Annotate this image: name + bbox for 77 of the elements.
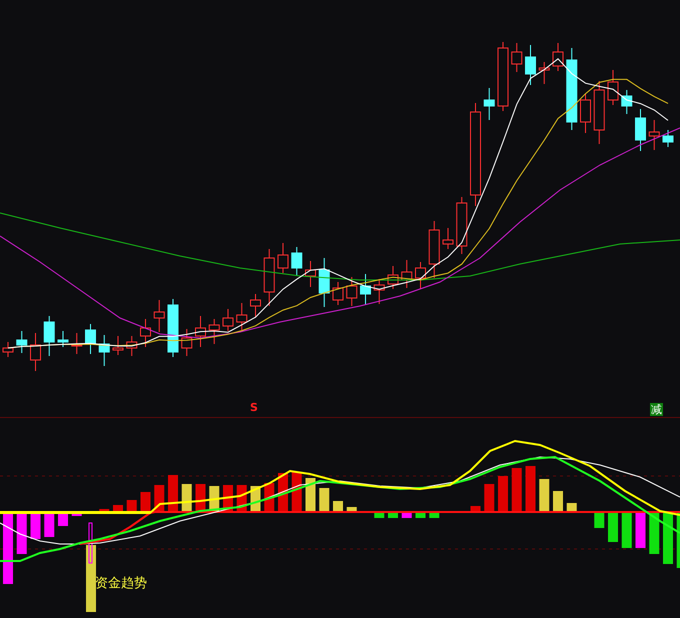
histogram-bar	[636, 512, 646, 548]
candlestick	[58, 330, 68, 348]
candlestick	[140, 318, 151, 348]
candlestick	[85, 324, 96, 354]
candlestick	[168, 298, 178, 358]
indicator-label: 资金趋势	[95, 577, 147, 590]
candlestick	[332, 282, 344, 306]
candlestick	[484, 88, 495, 120]
candlestick	[236, 302, 248, 330]
candlestick	[498, 42, 508, 112]
histogram-bar	[539, 479, 550, 512]
candlestick	[181, 328, 192, 356]
candlestick	[44, 316, 55, 356]
histogram-bar	[594, 512, 604, 528]
candlestick	[126, 336, 138, 356]
histogram-bar	[333, 501, 343, 512]
candlestick	[648, 120, 660, 150]
candlestick	[291, 246, 302, 276]
histogram-bar	[319, 488, 330, 512]
histogram-bar	[498, 476, 508, 512]
candlestick	[222, 308, 234, 332]
candlestick	[374, 278, 385, 304]
candlestick	[442, 228, 454, 250]
histogram-bar	[553, 491, 563, 512]
histogram-bar	[622, 512, 632, 548]
candlestick	[415, 262, 426, 290]
candlestick	[594, 80, 605, 144]
candlestick	[208, 318, 220, 344]
candlestick	[154, 300, 165, 332]
candlestick	[538, 62, 550, 84]
candlestick	[278, 242, 288, 274]
signal-outline-bar	[88, 522, 92, 564]
candlestick	[525, 44, 536, 86]
histogram-bar	[168, 475, 178, 512]
candlestick	[511, 42, 522, 72]
candlestick	[30, 332, 41, 372]
candlestick	[264, 248, 275, 306]
candlestick	[318, 258, 330, 308]
candlestick	[401, 260, 412, 288]
histogram-bar	[676, 512, 680, 568]
signal-bar	[86, 545, 96, 612]
histogram-bar	[663, 512, 673, 564]
histogram-bar	[306, 478, 316, 512]
histogram-bar	[16, 512, 27, 554]
candlestick	[456, 196, 468, 254]
histogram-bar	[3, 512, 13, 584]
reduce-signal-marker: 减	[650, 403, 663, 416]
candlestick	[662, 130, 674, 148]
candlestick	[428, 220, 440, 278]
histogram-bar	[526, 466, 536, 512]
candlestick	[552, 42, 564, 72]
candlestick	[635, 108, 646, 152]
sell-signal-marker: S	[250, 402, 258, 413]
candlestick	[16, 330, 28, 354]
histogram-bar	[126, 500, 137, 512]
histogram-bar	[608, 512, 618, 542]
candlestick	[388, 266, 398, 290]
candlestick	[250, 294, 261, 318]
candlestick	[621, 90, 632, 114]
candlestick	[346, 276, 358, 306]
histogram-bar	[649, 512, 660, 554]
histogram-bar	[30, 512, 40, 539]
candlestick	[112, 336, 124, 356]
histogram-bar	[99, 509, 110, 512]
candlestick	[360, 274, 371, 306]
histogram-bar	[484, 484, 494, 512]
candlestick	[2, 342, 14, 358]
candlestick	[305, 260, 316, 288]
candlestick	[71, 332, 82, 354]
histogram-bar	[140, 492, 150, 512]
histogram-bar	[512, 468, 522, 512]
candlestick	[608, 70, 618, 106]
histogram-bar	[44, 512, 54, 537]
candlestick	[98, 334, 110, 366]
histogram-bar	[346, 507, 357, 512]
candlestick	[195, 316, 206, 348]
candlestick	[580, 94, 591, 134]
